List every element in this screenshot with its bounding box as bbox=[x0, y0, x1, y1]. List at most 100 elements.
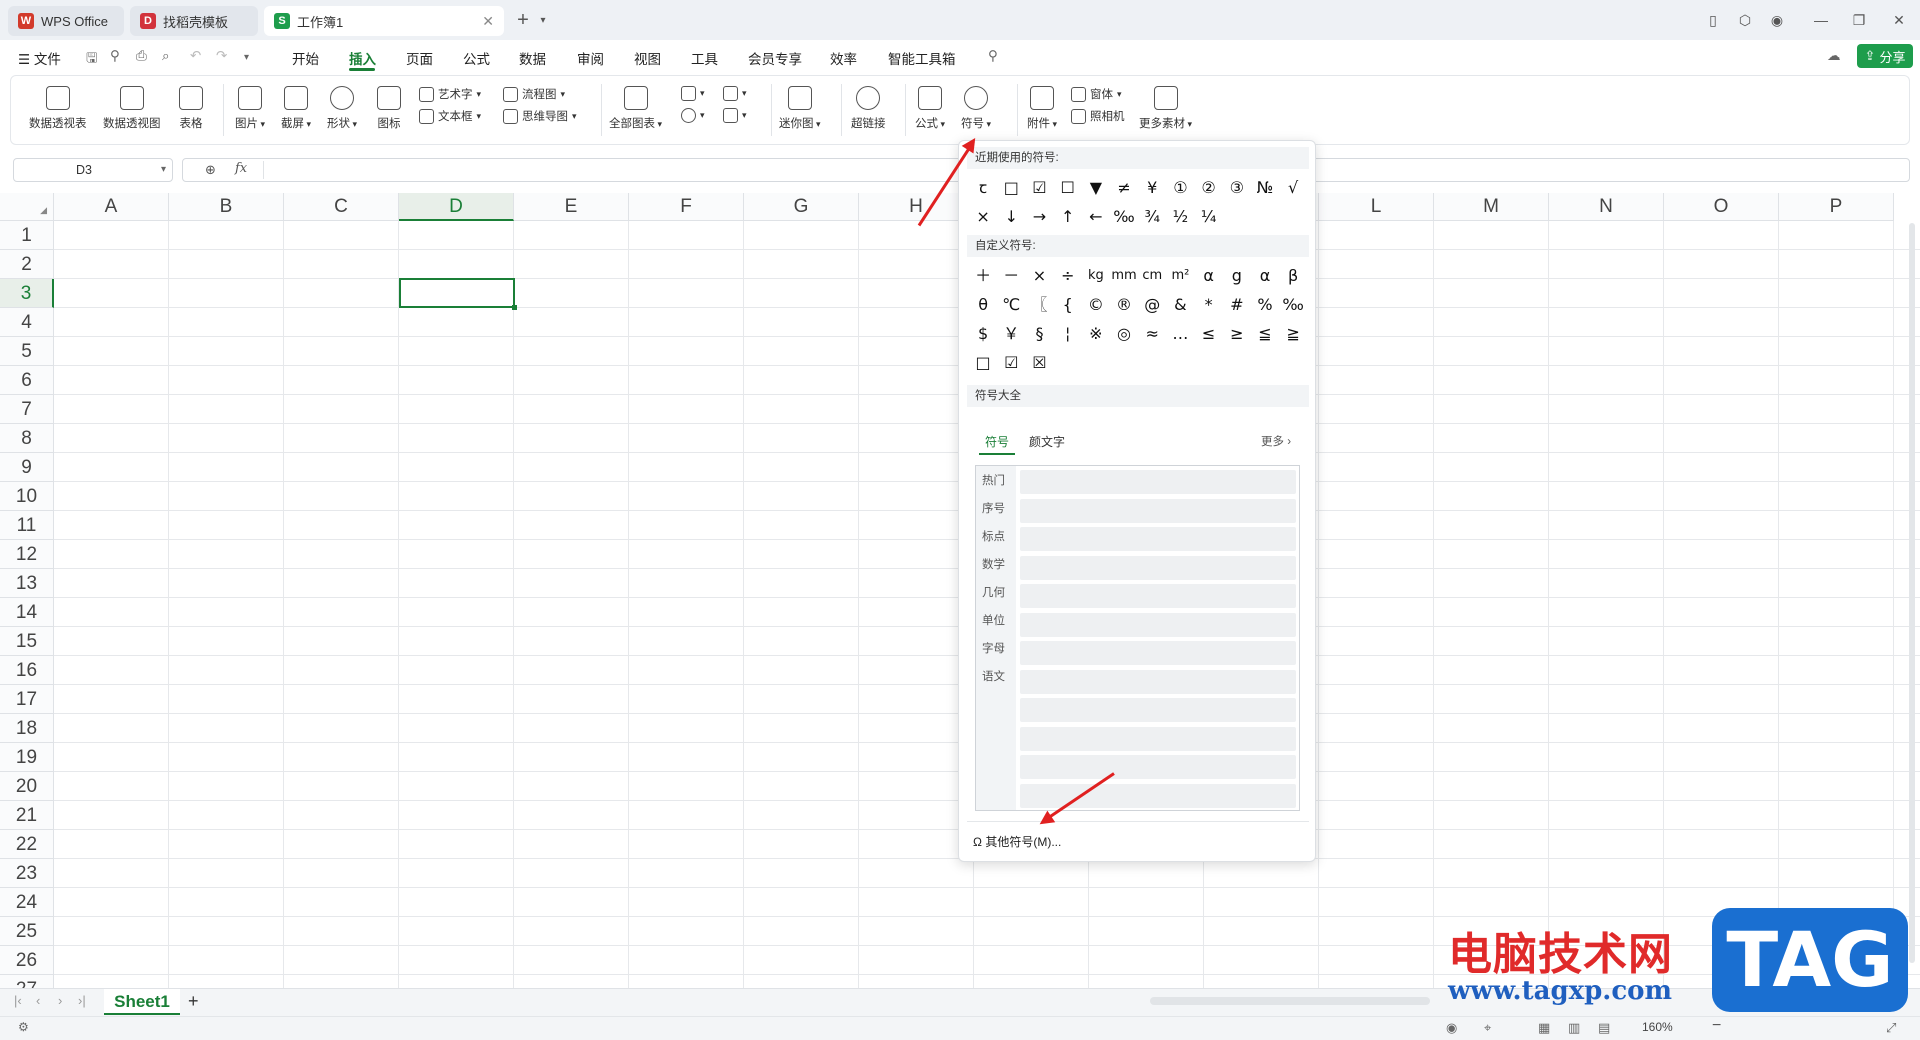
row-header-20[interactable]: 20 bbox=[0, 772, 54, 801]
chevron-down-icon[interactable]: ▾ bbox=[534, 11, 552, 29]
horizontal-scrollbar[interactable] bbox=[1150, 997, 1430, 1005]
row-header-19[interactable]: 19 bbox=[0, 743, 54, 772]
symbol-cell[interactable]: ≠ bbox=[1110, 173, 1138, 202]
menu-member[interactable]: 会员专享 bbox=[748, 48, 802, 68]
category-item[interactable]: 序号 bbox=[982, 500, 1005, 516]
column-header-l[interactable]: L bbox=[1319, 193, 1434, 221]
symbol-cell[interactable]: □ bbox=[997, 173, 1025, 202]
column-header-c[interactable]: C bbox=[284, 193, 399, 221]
symbol-cell[interactable]: ¥ bbox=[1138, 173, 1166, 202]
column-header-a[interactable]: A bbox=[54, 193, 169, 221]
row-header-15[interactable]: 15 bbox=[0, 627, 54, 656]
row-header-16[interactable]: 16 bbox=[0, 656, 54, 685]
symbol-cell[interactable]: ≤ bbox=[1195, 319, 1223, 348]
flowchart-button[interactable]: 流程图 bbox=[503, 86, 565, 102]
row-header-12[interactable]: 12 bbox=[0, 540, 54, 569]
symbol-cell[interactable]: → bbox=[1025, 202, 1053, 231]
symbol-cell[interactable]: g bbox=[1223, 261, 1251, 290]
symbol-cell[interactable]: ꞇ bbox=[969, 173, 997, 202]
row-header-3[interactable]: 3 bbox=[0, 279, 54, 308]
find-icon[interactable]: ⚲ bbox=[110, 48, 120, 64]
symbol-cell[interactable]: § bbox=[1025, 319, 1053, 348]
symbol-cell[interactable]: ℃ bbox=[997, 290, 1025, 319]
symbol-cell[interactable]: × bbox=[969, 202, 997, 231]
symbol-cell[interactable]: ‰ bbox=[1110, 202, 1138, 231]
row-header-1[interactable]: 1 bbox=[0, 221, 54, 250]
row-header-17[interactable]: 17 bbox=[0, 685, 54, 714]
camera-button[interactable]: 照相机 bbox=[1071, 108, 1125, 124]
symbol-cell[interactable]: α bbox=[1195, 261, 1223, 290]
row-header-5[interactable]: 5 bbox=[0, 337, 54, 366]
category-item[interactable]: 几何 bbox=[982, 584, 1005, 600]
menu-data[interactable]: 数据 bbox=[519, 48, 546, 68]
line-chart-button[interactable] bbox=[723, 86, 747, 101]
normal-view-icon[interactable]: ▦ bbox=[1538, 1020, 1550, 1036]
row-header-13[interactable]: 13 bbox=[0, 569, 54, 598]
symbol-cell[interactable]: α bbox=[1251, 261, 1279, 290]
row-header-27[interactable]: 27 bbox=[0, 975, 54, 988]
symbol-cell[interactable]: ≈ bbox=[1138, 319, 1166, 348]
break-view-icon[interactable]: ▤ bbox=[1598, 1020, 1610, 1036]
symbol-cell[interactable]: ↑ bbox=[1054, 202, 1082, 231]
symbol-cell[interactable]: ® bbox=[1110, 290, 1138, 319]
column-header-p[interactable]: P bbox=[1779, 193, 1894, 221]
symbol-cell[interactable]: × bbox=[1025, 261, 1053, 290]
symbol-cell[interactable]: ‰ bbox=[1279, 290, 1307, 319]
symbol-cell[interactable]: cm bbox=[1138, 261, 1166, 290]
more-link[interactable]: 更多 › bbox=[1261, 433, 1291, 449]
symbol-cell[interactable]: * bbox=[1195, 290, 1223, 319]
row-header-10[interactable]: 10 bbox=[0, 482, 54, 511]
avatar[interactable]: ◉ bbox=[1768, 11, 1786, 29]
last-sheet-icon[interactable]: ›| bbox=[78, 993, 86, 1008]
menu-page[interactable]: 页面 bbox=[406, 48, 433, 68]
redo-icon[interactable]: ↷ bbox=[216, 48, 227, 64]
symbol-cell[interactable]: ¼ bbox=[1195, 202, 1223, 231]
tab-wps-office[interactable]: W WPS Office bbox=[8, 6, 124, 36]
menu-home[interactable]: 开始 bbox=[292, 48, 319, 68]
row-header-11[interactable]: 11 bbox=[0, 511, 54, 540]
menu-view[interactable]: 视图 bbox=[634, 48, 661, 68]
symbol-cell[interactable]: ① bbox=[1166, 173, 1194, 202]
symbol-cell[interactable]: … bbox=[1166, 319, 1194, 348]
column-header-g[interactable]: G bbox=[744, 193, 859, 221]
undo-icon[interactable]: ↶ bbox=[190, 48, 201, 64]
category-item[interactable]: 单位 bbox=[982, 612, 1005, 628]
zoom-level[interactable]: 160% bbox=[1642, 1020, 1673, 1034]
mindmap-button[interactable]: 思维导图 bbox=[503, 108, 577, 124]
symbol-cell[interactable]: ※ bbox=[1082, 319, 1110, 348]
eye-icon[interactable]: ◉ bbox=[1446, 1020, 1457, 1036]
pie-chart-button[interactable] bbox=[681, 108, 705, 123]
symbol-cell[interactable]: √ bbox=[1279, 173, 1307, 202]
column-header-h[interactable]: H bbox=[859, 193, 974, 221]
symbol-cell[interactable]: ＋ bbox=[969, 261, 997, 290]
symbol-button[interactable]: 符号 bbox=[961, 86, 991, 131]
symbol-cell[interactable]: θ bbox=[969, 290, 997, 319]
chevron-down-icon[interactable]: ▾ bbox=[244, 52, 249, 63]
cloud-icon[interactable]: ☁ bbox=[1827, 48, 1841, 64]
fx-icon[interactable]: fx bbox=[235, 161, 247, 176]
menu-efficiency[interactable]: 效率 bbox=[830, 48, 857, 68]
symbol-cell[interactable]: 〖 bbox=[1025, 290, 1053, 319]
column-chart-button[interactable] bbox=[681, 86, 705, 101]
symbol-cell[interactable]: ≥ bbox=[1223, 319, 1251, 348]
print-icon[interactable]: ⎙ bbox=[136, 48, 147, 64]
prev-sheet-icon[interactable]: ‹ bbox=[36, 993, 40, 1008]
sparkline-button[interactable]: 迷你图 bbox=[779, 86, 821, 131]
chevron-down-icon[interactable]: ▾ bbox=[161, 159, 166, 181]
attachment-button[interactable]: 附件 bbox=[1027, 86, 1057, 131]
symbol-cell[interactable]: β bbox=[1279, 261, 1307, 290]
row-header-4[interactable]: 4 bbox=[0, 308, 54, 337]
zoom-icon[interactable]: ⊕ bbox=[205, 162, 216, 178]
close-window-icon[interactable]: ✕ bbox=[1890, 11, 1908, 29]
symbol-cell[interactable]: ☐ bbox=[1054, 173, 1082, 202]
wordart-button[interactable]: 艺术字 bbox=[419, 86, 481, 102]
symbol-cell[interactable]: ÷ bbox=[1054, 261, 1082, 290]
more-assets-button[interactable]: 更多素材 bbox=[1139, 86, 1192, 131]
row-header-18[interactable]: 18 bbox=[0, 714, 54, 743]
menu-smart-toolbox[interactable]: 智能工具箱 bbox=[888, 48, 956, 68]
symbol-cell[interactable]: ½ bbox=[1166, 202, 1194, 231]
row-header-25[interactable]: 25 bbox=[0, 917, 54, 946]
menu-insert[interactable]: 插入 bbox=[349, 48, 376, 68]
restore-icon[interactable]: ❐ bbox=[1850, 11, 1868, 29]
symbol-cell[interactable]: kg bbox=[1082, 261, 1110, 290]
